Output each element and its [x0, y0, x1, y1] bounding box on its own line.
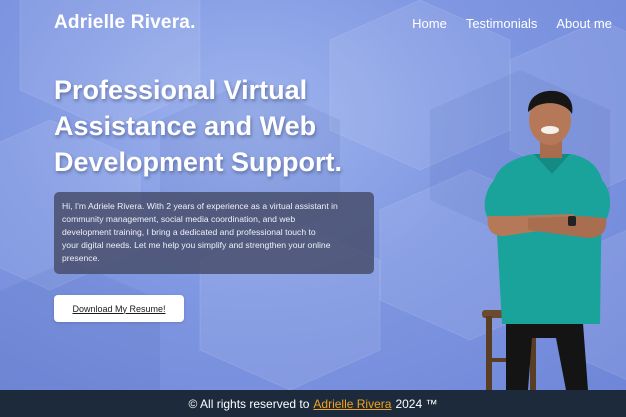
footer-name-link[interactable]: Adrielle Rivera — [313, 397, 391, 411]
person-photo-icon — [482, 90, 611, 390]
footer: © All rights reserved to Adrielle Rivera… — [0, 390, 626, 417]
brand-logo[interactable]: Adrielle Rivera. — [54, 12, 196, 34]
footer-copyright-text: © All rights reserved to — [188, 396, 310, 411]
intro-text-box: Hi, I'm Adriele Rivera. With 2 years of … — [54, 192, 374, 274]
headline-line: Professional Virtual — [54, 75, 308, 105]
headline-line: Assistance and Web — [54, 111, 317, 141]
headline-line: Development Support. — [54, 147, 343, 177]
download-resume-button[interactable]: Download My Resume! — [54, 295, 184, 322]
intro-line: presence. — [62, 253, 100, 263]
nav-testimonials-link[interactable]: Testimonials — [466, 16, 538, 31]
main-nav: Home Testimonials About me — [412, 16, 612, 31]
nav-about-link[interactable]: About me — [556, 16, 612, 31]
footer-year-text: 2024 ™ — [395, 396, 438, 411]
hero-section: Adrielle Rivera. Home Testimonials About… — [0, 0, 626, 390]
intro-line: development training, I bring a dedicate… — [62, 227, 316, 237]
nav-home-link[interactable]: Home — [412, 16, 447, 31]
intro-line: Hi, I'm Adriele Rivera. With 2 years of … — [62, 201, 338, 211]
intro-line: community management, social media coord… — [62, 214, 296, 224]
intro-line: your digital needs. Let me help you simp… — [62, 240, 331, 250]
hero-headline: Professional Virtual Assistance and Web … — [54, 72, 374, 180]
